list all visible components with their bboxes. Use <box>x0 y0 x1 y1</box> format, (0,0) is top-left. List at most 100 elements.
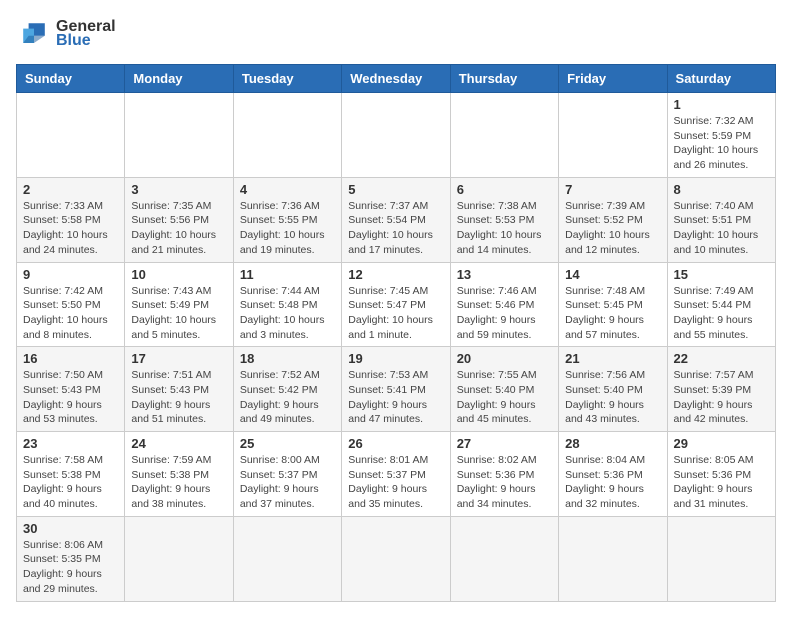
calendar-cell <box>125 93 233 178</box>
calendar-cell: 3Sunrise: 7:35 AM Sunset: 5:56 PM Daylig… <box>125 177 233 262</box>
logo: General Blue <box>16 16 116 52</box>
day-number: 26 <box>348 436 443 451</box>
day-number: 25 <box>240 436 335 451</box>
day-info: Sunrise: 7:44 AM Sunset: 5:48 PM Dayligh… <box>240 284 335 343</box>
calendar-week-5: 23 Sunrise: 7:58 AM Sunset: 5:38 PM Dayli… <box>17 432 776 517</box>
calendar-week-6: 30 Sunrise: 8:06 AM Sunset: 5:35 PM Dayli… <box>17 516 776 601</box>
calendar-week-3: 9Sunrise: 7:42 AM Sunset: 5:50 PM Daylig… <box>17 262 776 347</box>
day-info: Sunrise: 7:50 AM Sunset: 5:43 PM Dayligh… <box>23 368 118 427</box>
day-info: Sunrise: 7:36 AM Sunset: 5:55 PM Dayligh… <box>240 199 335 258</box>
calendar-cell: 29 Sunrise: 8:05 AM Sunset: 5:36 PM Dayli… <box>667 432 775 517</box>
day-info: Sunrise: 7:55 AM Sunset: 5:40 PM Dayligh… <box>457 368 552 427</box>
day-number: 7 <box>565 182 660 197</box>
day-number: 24 <box>131 436 226 451</box>
calendar-cell: 28 Sunrise: 8:04 AM Sunset: 5:36 PM Dayli… <box>559 432 667 517</box>
day-number: 4 <box>240 182 335 197</box>
day-info: Sunrise: 7:32 AM Sunset: 5:59 PM Dayligh… <box>674 114 769 173</box>
day-number: 8 <box>674 182 769 197</box>
weekday-header-monday: Monday <box>125 65 233 93</box>
day-info: Sunrise: 7:46 AM Sunset: 5:46 PM Dayligh… <box>457 284 552 343</box>
calendar-cell: 27Sunrise: 8:02 AM Sunset: 5:36 PM Dayli… <box>450 432 558 517</box>
calendar-cell <box>667 516 775 601</box>
calendar-cell: 10 Sunrise: 7:43 AM Sunset: 5:49 PM Dayli… <box>125 262 233 347</box>
day-number: 21 <box>565 351 660 366</box>
day-number: 10 <box>131 267 226 282</box>
day-info: Sunrise: 8:00 AM Sunset: 5:37 PM Dayligh… <box>240 453 335 512</box>
calendar-cell <box>125 516 233 601</box>
day-info: Sunrise: 7:52 AM Sunset: 5:42 PM Dayligh… <box>240 368 335 427</box>
day-info: Sunrise: 7:48 AM Sunset: 5:45 PM Dayligh… <box>565 284 660 343</box>
day-number: 30 <box>23 521 118 536</box>
page-header: General Blue <box>16 16 776 52</box>
calendar-cell: 19Sunrise: 7:53 AM Sunset: 5:41 PM Dayli… <box>342 347 450 432</box>
calendar-cell: 6Sunrise: 7:38 AM Sunset: 5:53 PM Daylig… <box>450 177 558 262</box>
calendar-cell: 4 Sunrise: 7:36 AM Sunset: 5:55 PM Daylig… <box>233 177 341 262</box>
calendar-week-2: 2 Sunrise: 7:33 AM Sunset: 5:58 PM Daylig… <box>17 177 776 262</box>
calendar-cell: 5 Sunrise: 7:37 AM Sunset: 5:54 PM Daylig… <box>342 177 450 262</box>
day-number: 6 <box>457 182 552 197</box>
calendar-cell: 12 Sunrise: 7:45 AM Sunset: 5:47 PM Dayli… <box>342 262 450 347</box>
calendar-cell <box>342 93 450 178</box>
day-number: 5 <box>348 182 443 197</box>
day-number: 13 <box>457 267 552 282</box>
logo-icon <box>16 16 52 52</box>
calendar-cell: 26 Sunrise: 8:01 AM Sunset: 5:37 PM Dayli… <box>342 432 450 517</box>
calendar-cell: 11Sunrise: 7:44 AM Sunset: 5:48 PM Dayli… <box>233 262 341 347</box>
logo-text: General Blue <box>56 18 116 50</box>
day-number: 20 <box>457 351 552 366</box>
calendar-cell: 13 Sunrise: 7:46 AM Sunset: 5:46 PM Dayli… <box>450 262 558 347</box>
day-info: Sunrise: 8:04 AM Sunset: 5:36 PM Dayligh… <box>565 453 660 512</box>
weekday-header-friday: Friday <box>559 65 667 93</box>
calendar-cell <box>342 516 450 601</box>
weekday-header-saturday: Saturday <box>667 65 775 93</box>
calendar-table: SundayMondayTuesdayWednesdayThursdayFrid… <box>16 64 776 602</box>
day-number: 17 <box>131 351 226 366</box>
calendar-cell: 2 Sunrise: 7:33 AM Sunset: 5:58 PM Daylig… <box>17 177 125 262</box>
calendar-cell: 24Sunrise: 7:59 AM Sunset: 5:38 PM Dayli… <box>125 432 233 517</box>
calendar-cell: 25 Sunrise: 8:00 AM Sunset: 5:37 PM Dayli… <box>233 432 341 517</box>
day-number: 2 <box>23 182 118 197</box>
day-info: Sunrise: 7:57 AM Sunset: 5:39 PM Dayligh… <box>674 368 769 427</box>
calendar-cell <box>233 93 341 178</box>
calendar-cell: 21 Sunrise: 7:56 AM Sunset: 5:40 PM Dayli… <box>559 347 667 432</box>
calendar-cell <box>450 93 558 178</box>
day-number: 12 <box>348 267 443 282</box>
calendar-cell <box>17 93 125 178</box>
calendar-cell: 7 Sunrise: 7:39 AM Sunset: 5:52 PM Daylig… <box>559 177 667 262</box>
day-number: 14 <box>565 267 660 282</box>
day-number: 18 <box>240 351 335 366</box>
calendar-cell <box>559 516 667 601</box>
day-number: 16 <box>23 351 118 366</box>
day-info: Sunrise: 8:02 AM Sunset: 5:36 PM Dayligh… <box>457 453 552 512</box>
calendar-cell <box>233 516 341 601</box>
calendar-cell: 18 Sunrise: 7:52 AM Sunset: 5:42 PM Dayli… <box>233 347 341 432</box>
calendar-cell: 30 Sunrise: 8:06 AM Sunset: 5:35 PM Dayli… <box>17 516 125 601</box>
day-info: Sunrise: 7:49 AM Sunset: 5:44 PM Dayligh… <box>674 284 769 343</box>
calendar-cell: 17Sunrise: 7:51 AM Sunset: 5:43 PM Dayli… <box>125 347 233 432</box>
day-info: Sunrise: 8:06 AM Sunset: 5:35 PM Dayligh… <box>23 538 118 597</box>
calendar-week-4: 16 Sunrise: 7:50 AM Sunset: 5:43 PM Dayli… <box>17 347 776 432</box>
day-number: 29 <box>674 436 769 451</box>
day-info: Sunrise: 8:01 AM Sunset: 5:37 PM Dayligh… <box>348 453 443 512</box>
calendar-cell <box>450 516 558 601</box>
day-info: Sunrise: 7:56 AM Sunset: 5:40 PM Dayligh… <box>565 368 660 427</box>
day-info: Sunrise: 7:39 AM Sunset: 5:52 PM Dayligh… <box>565 199 660 258</box>
day-number: 23 <box>23 436 118 451</box>
calendar-header: SundayMondayTuesdayWednesdayThursdayFrid… <box>17 65 776 93</box>
day-info: Sunrise: 7:53 AM Sunset: 5:41 PM Dayligh… <box>348 368 443 427</box>
day-info: Sunrise: 7:40 AM Sunset: 5:51 PM Dayligh… <box>674 199 769 258</box>
weekday-header-thursday: Thursday <box>450 65 558 93</box>
day-info: Sunrise: 8:05 AM Sunset: 5:36 PM Dayligh… <box>674 453 769 512</box>
calendar-week-1: 1Sunrise: 7:32 AM Sunset: 5:59 PM Daylig… <box>17 93 776 178</box>
calendar-cell <box>559 93 667 178</box>
day-info: Sunrise: 7:43 AM Sunset: 5:49 PM Dayligh… <box>131 284 226 343</box>
calendar-cell: 22Sunrise: 7:57 AM Sunset: 5:39 PM Dayli… <box>667 347 775 432</box>
day-info: Sunrise: 7:33 AM Sunset: 5:58 PM Dayligh… <box>23 199 118 258</box>
day-info: Sunrise: 7:35 AM Sunset: 5:56 PM Dayligh… <box>131 199 226 258</box>
day-number: 28 <box>565 436 660 451</box>
calendar-cell: 8 Sunrise: 7:40 AM Sunset: 5:51 PM Daylig… <box>667 177 775 262</box>
day-info: Sunrise: 7:58 AM Sunset: 5:38 PM Dayligh… <box>23 453 118 512</box>
day-number: 9 <box>23 267 118 282</box>
day-info: Sunrise: 7:45 AM Sunset: 5:47 PM Dayligh… <box>348 284 443 343</box>
day-info: Sunrise: 7:37 AM Sunset: 5:54 PM Dayligh… <box>348 199 443 258</box>
